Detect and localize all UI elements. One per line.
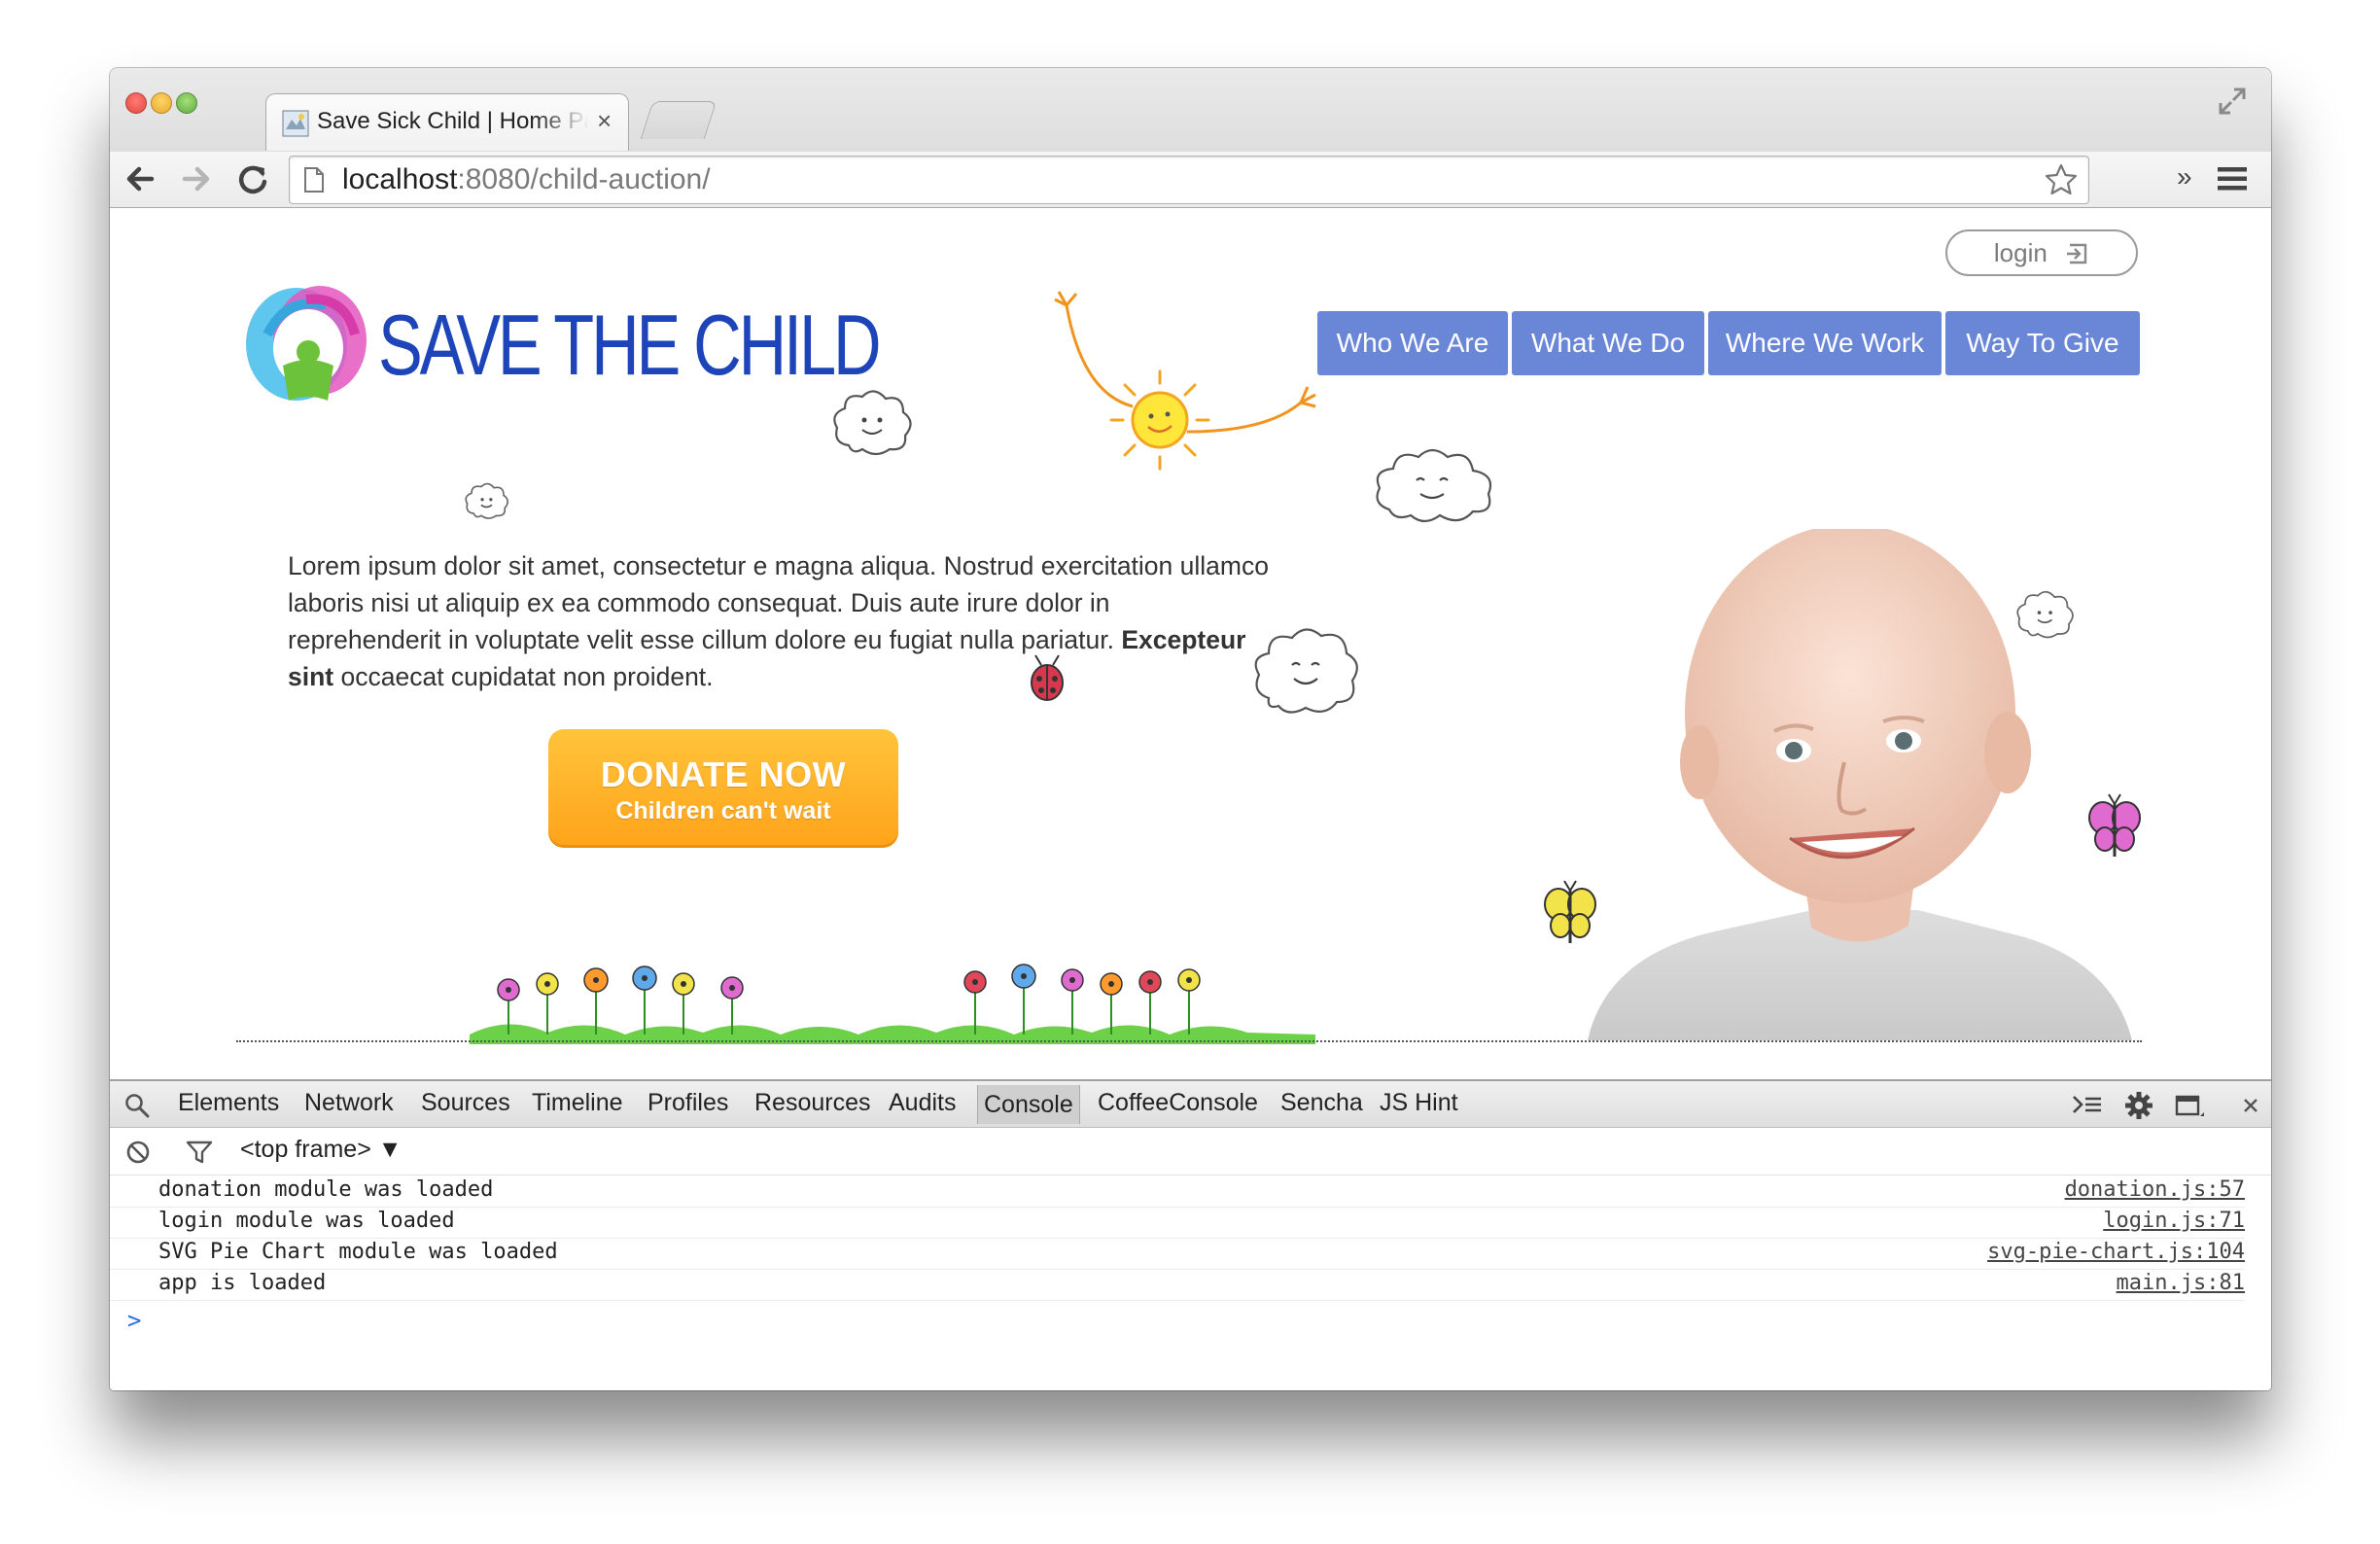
- console-log-row: donation module was loaded donation.js:5…: [110, 1176, 2245, 1208]
- devtools-tab-sources[interactable]: Sources: [421, 1089, 510, 1117]
- devtools-tab-console[interactable]: Console: [977, 1085, 1080, 1124]
- intro-paragraph: Lorem ipsum dolor sit amet, consectetur …: [288, 547, 1270, 695]
- child-photo: [1588, 529, 2132, 1040]
- back-arrow-icon[interactable]: [120, 158, 160, 199]
- devtools-tab-jshint[interactable]: JS Hint: [1380, 1089, 1458, 1117]
- clear-console-icon[interactable]: [125, 1140, 151, 1165]
- log-message: login module was loaded: [158, 1209, 455, 1233]
- nav-way-to-give[interactable]: Way To Give: [1945, 311, 2140, 375]
- log-message: donation module was loaded: [158, 1177, 494, 1202]
- page-icon: [304, 167, 324, 193]
- cloud-drawing: [1376, 448, 1492, 523]
- nav-who-we-are[interactable]: Who We Are: [1317, 311, 1508, 375]
- cloud-drawing: [465, 482, 508, 519]
- devtools-tab-timeline[interactable]: Timeline: [532, 1089, 623, 1117]
- url-text[interactable]: localhost:8080/child-auction/: [342, 163, 711, 196]
- url-host: localhost: [342, 163, 458, 195]
- zoom-window-button[interactable]: [176, 92, 197, 114]
- reload-icon[interactable]: [232, 158, 273, 199]
- url-path: :8080/child-auction/: [457, 163, 711, 195]
- page-viewport: login SAVE THE CHILD Who We Are What We …: [110, 208, 2271, 1079]
- console-log-row: login module was loaded login.js:71: [110, 1207, 2245, 1239]
- frame-selector[interactable]: <top frame> ▼: [240, 1136, 402, 1164]
- devtools-tabbar: Elements Network Sources Timeline Profil…: [110, 1079, 2271, 1128]
- browser-toolbar: localhost:8080/child-auction/ »: [110, 152, 2271, 207]
- devtools-tab-profiles[interactable]: Profiles: [648, 1089, 728, 1117]
- console-prompt[interactable]: >: [127, 1307, 141, 1334]
- console-toolbar: <top frame> ▼: [110, 1128, 2271, 1176]
- nav-what-we-do[interactable]: What We Do: [1512, 311, 1704, 375]
- filter-icon[interactable]: [186, 1140, 213, 1165]
- console-drawer-icon[interactable]: [2072, 1093, 2103, 1118]
- logo-text: SAVE THE CHILD: [378, 297, 882, 393]
- browser-window: Save Sick Child | Home Page × localhost:…: [110, 68, 2271, 1390]
- log-source-link[interactable]: donation.js:57: [2065, 1177, 2245, 1202]
- devtools-tab-audits[interactable]: Audits: [889, 1089, 956, 1117]
- search-icon[interactable]: [123, 1092, 151, 1119]
- fullscreen-icon[interactable]: [2215, 84, 2250, 119]
- donate-title: DONATE NOW: [600, 754, 847, 794]
- donate-subtitle: Children can't wait: [615, 797, 831, 825]
- flowers-drawing: [470, 964, 1315, 1044]
- log-source-link[interactable]: svg-pie-chart.js:104: [1987, 1240, 2245, 1264]
- gear-icon[interactable]: [2124, 1091, 2153, 1120]
- tab-close-icon[interactable]: ×: [597, 106, 612, 136]
- cloud-drawing: [833, 390, 912, 456]
- log-message: SVG Pie Chart module was loaded: [158, 1240, 558, 1264]
- menu-icon[interactable]: [2218, 165, 2247, 193]
- browser-tab[interactable]: Save Sick Child | Home Page ×: [265, 93, 629, 151]
- intro-end: occaecat cupidatat non proident.: [333, 661, 714, 691]
- extensions-overflow-icon[interactable]: »: [2177, 161, 2192, 193]
- devtools-tab-network[interactable]: Network: [304, 1089, 394, 1117]
- nav-where-we-work[interactable]: Where We Work: [1708, 311, 1942, 375]
- log-source-link[interactable]: main.js:81: [2117, 1271, 2245, 1295]
- log-message: app is loaded: [158, 1271, 327, 1295]
- donate-button[interactable]: DONATE NOW Children can't wait: [548, 729, 898, 848]
- close-window-button[interactable]: [125, 92, 147, 114]
- tab-title: Save Sick Child | Home Page: [317, 108, 589, 134]
- forward-arrow-icon[interactable]: [176, 158, 217, 199]
- devtools-panel: Elements Network Sources Timeline Profil…: [110, 1079, 2271, 1390]
- footer-divider: [236, 1040, 2142, 1042]
- devtools-tab-sencha[interactable]: Sencha: [1280, 1089, 1363, 1117]
- login-icon: [2067, 243, 2087, 264]
- dock-side-icon[interactable]: [2175, 1093, 2206, 1120]
- console-log-row: SVG Pie Chart module was loaded svg-pie-…: [110, 1238, 2245, 1270]
- address-bar[interactable]: localhost:8080/child-auction/: [289, 156, 2089, 204]
- close-devtools-icon[interactable]: [2243, 1098, 2258, 1113]
- devtools-tab-resources[interactable]: Resources: [754, 1089, 871, 1117]
- devtools-tab-coffeeconsole[interactable]: CoffeeConsole: [1098, 1089, 1258, 1117]
- devtools-tab-elements[interactable]: Elements: [178, 1089, 279, 1117]
- new-tab-button[interactable]: [640, 101, 718, 139]
- bookmark-star-icon[interactable]: [2044, 162, 2079, 197]
- minimize-window-button[interactable]: [151, 92, 172, 114]
- favicon-icon: [282, 110, 309, 137]
- login-label: login: [1993, 238, 2048, 267]
- login-button[interactable]: login: [1945, 229, 2138, 276]
- console-log-row: app is loaded main.js:81: [110, 1269, 2245, 1301]
- log-source-link[interactable]: login.js:71: [2103, 1209, 2245, 1233]
